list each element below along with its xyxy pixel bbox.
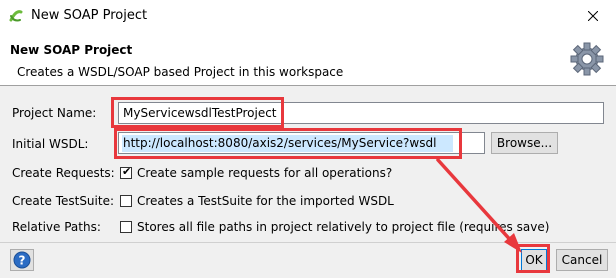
checkmark-icon: ✔ — [122, 165, 132, 178]
help-button[interactable]: ? — [10, 249, 34, 271]
gear-icon — [570, 42, 604, 76]
project-name-field[interactable] — [118, 102, 604, 124]
create-requests-label: Create Requests: — [12, 166, 115, 180]
header-title: New SOAP Project — [10, 43, 133, 57]
header-separator — [0, 85, 616, 86]
relative-paths-text[interactable]: Stores all file paths in project relativ… — [137, 220, 549, 234]
relative-paths-label: Relative Paths: — [12, 220, 101, 234]
project-name-label: Project Name: — [12, 106, 97, 120]
svg-text:?: ? — [19, 254, 26, 268]
create-requests-text[interactable]: Create sample requests for all operation… — [137, 166, 392, 180]
dialog-header: New SOAP Project Creates a WSDL/SOAP bas… — [0, 33, 616, 85]
initial-wsdl-label: Initial WSDL: — [12, 137, 89, 151]
window-titlebar: New SOAP Project — [0, 0, 616, 33]
browse-button[interactable]: Browse... — [491, 132, 558, 154]
window-close-button[interactable] — [570, 0, 616, 33]
wsdl-field[interactable] — [118, 132, 485, 154]
wsdl-input[interactable] — [119, 133, 484, 153]
help-icon: ? — [10, 249, 34, 271]
header-description: Creates a WSDL/SOAP based Project in thi… — [17, 65, 344, 79]
ok-button[interactable]: OK — [521, 249, 547, 271]
footer-separator — [0, 242, 616, 243]
soapui-icon — [9, 10, 23, 22]
window-title: New SOAP Project — [31, 8, 148, 23]
create-testsuite-text[interactable]: Creates a TestSuite for the imported WSD… — [137, 194, 394, 208]
close-icon — [587, 10, 599, 22]
project-name-input[interactable] — [119, 103, 603, 123]
create-testsuite-checkbox[interactable] — [120, 195, 132, 207]
create-testsuite-label: Create TestSuite: — [12, 194, 115, 208]
relative-paths-checkbox[interactable] — [120, 221, 132, 233]
cancel-button[interactable]: Cancel — [556, 249, 608, 271]
create-requests-checkbox[interactable]: ✔ — [120, 165, 132, 179]
